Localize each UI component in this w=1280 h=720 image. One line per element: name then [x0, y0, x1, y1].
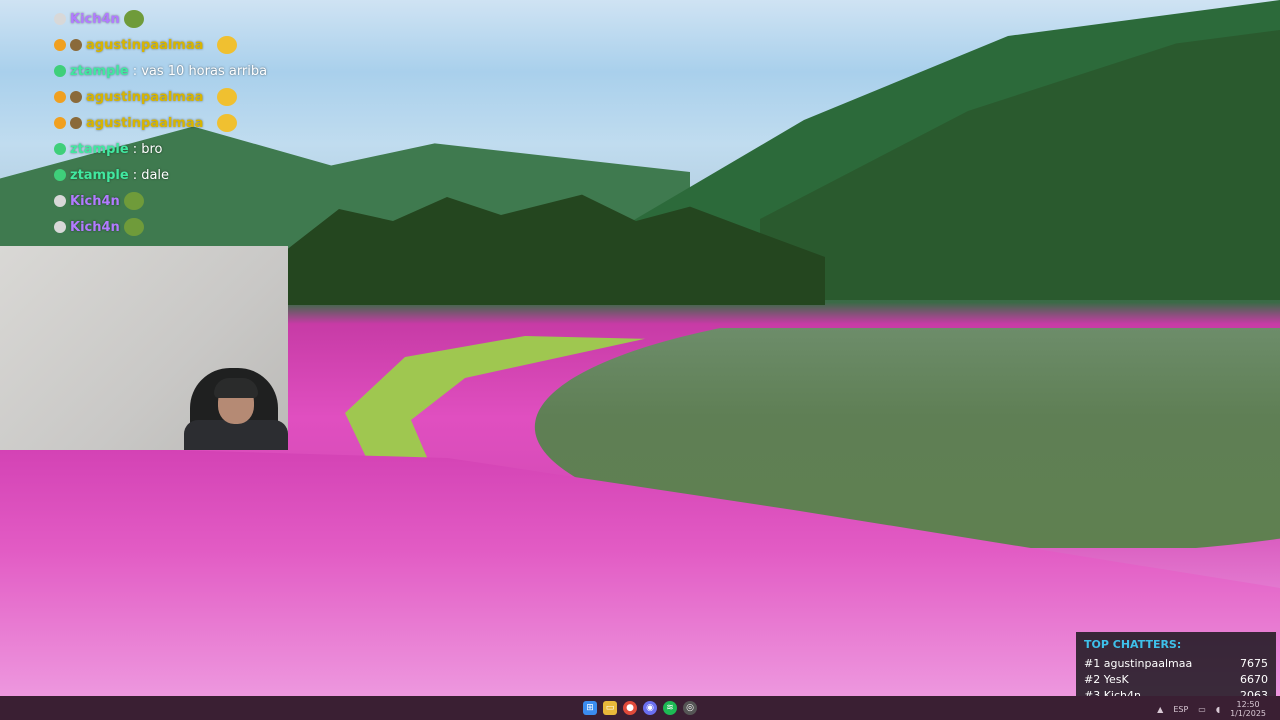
chat-line: ztample : vas 10 horas arriba — [54, 58, 294, 84]
clock-date: 1/1/2025 — [1230, 709, 1266, 718]
chat-overlay: Kich4n agustinpaalmaa ztample : vas 10 h… — [54, 6, 294, 240]
chat-line: ztample : dale — [54, 162, 294, 188]
user-badge-icon — [54, 143, 66, 155]
rank: #2 — [1084, 672, 1101, 686]
chat-username: ztample — [70, 167, 129, 183]
user-badge-icon — [54, 65, 66, 77]
chat-username: Kich4n — [70, 11, 120, 27]
clock-time: 12:50 — [1236, 700, 1260, 709]
sub-badge-icon — [54, 91, 66, 103]
sub-badge-icon — [54, 39, 66, 51]
user-badge-icon — [54, 221, 66, 233]
chat-username: Kich4n — [70, 193, 120, 209]
chatter-name: YesK — [1103, 672, 1129, 686]
sub-badge-icon — [54, 117, 66, 129]
chevron-up-icon[interactable]: ▲ — [1157, 705, 1163, 714]
emote-icon — [217, 88, 238, 106]
user-badge-icon — [70, 39, 82, 51]
user-badge-icon — [70, 117, 82, 129]
chat-line: agustinpaalmaa — [54, 110, 294, 136]
top-chatter-row: #1 agustinpaalmaa 7675 — [1084, 655, 1268, 671]
user-badge-icon — [70, 91, 82, 103]
chat-username: agustinpaalmaa — [86, 115, 204, 131]
taskbar-apps: ⊞ ▭ ● ◉ ≋ ◎ — [583, 701, 697, 715]
chat-line: agustinpaalmaa — [54, 84, 294, 110]
emote-icon — [123, 218, 144, 236]
rank: #1 — [1084, 656, 1101, 670]
clock[interactable]: 12:50 1/1/2025 — [1230, 700, 1266, 718]
top-chatter-row: #2 YesK 6670 — [1084, 671, 1268, 687]
taskbar: ⊞ ▭ ● ◉ ≋ ◎ ▲ ESP ▭ ◖ 12:50 1/1/2025 — [0, 696, 1280, 720]
chat-username: ztample — [70, 141, 129, 157]
windows-start-icon[interactable]: ⊞ — [583, 701, 597, 715]
chat-username: agustinpaalmaa — [86, 89, 204, 105]
chat-username: Kich4n — [70, 219, 120, 235]
user-badge-icon — [54, 13, 66, 25]
emote-icon — [123, 10, 144, 28]
streamer-body — [184, 420, 288, 450]
chat-message: : vas 10 horas arriba — [132, 63, 268, 79]
chat-line: Kich4n — [54, 6, 294, 32]
chat-line: Kich4n — [54, 214, 294, 240]
chat-message: : bro — [132, 141, 163, 157]
top-chatters-title: TOP CHATTERS: — [1084, 638, 1182, 651]
desktop: Kich4n agustinpaalmaa ztample : vas 10 h… — [0, 0, 1280, 720]
chat-line: Kich4n — [54, 188, 294, 214]
emote-icon — [217, 114, 238, 132]
chrome-icon[interactable]: ● — [623, 701, 637, 715]
user-badge-icon — [54, 169, 66, 181]
webcam-overlay — [0, 246, 288, 450]
chat-username: agustinpaalmaa — [86, 37, 204, 53]
discord-icon[interactable]: ◉ — [643, 701, 657, 715]
chat-line: ztample : bro — [54, 136, 294, 162]
message-count: 6670 — [1240, 672, 1268, 686]
emote-icon — [217, 36, 238, 54]
streamer-figure — [178, 368, 288, 450]
streamer-cap — [214, 378, 258, 398]
keyboard-language[interactable]: ESP — [1173, 705, 1188, 714]
emote-icon — [123, 192, 144, 210]
system-tray: ▲ ESP ▭ ◖ 12:50 1/1/2025 — [1157, 700, 1266, 718]
chatter-name: agustinpaalmaa — [1103, 656, 1193, 670]
spotify-icon[interactable]: ≋ — [663, 701, 677, 715]
message-count: 7675 — [1240, 656, 1268, 670]
file-explorer-icon[interactable]: ▭ — [603, 701, 617, 715]
obs-icon[interactable]: ◎ — [683, 701, 697, 715]
network-icon[interactable]: ▭ — [1198, 705, 1206, 714]
chat-username: ztample — [70, 63, 129, 79]
chat-line: agustinpaalmaa — [54, 32, 294, 58]
user-badge-icon — [54, 195, 66, 207]
chat-message: : dale — [132, 167, 170, 183]
volume-icon[interactable]: ◖ — [1216, 705, 1220, 714]
